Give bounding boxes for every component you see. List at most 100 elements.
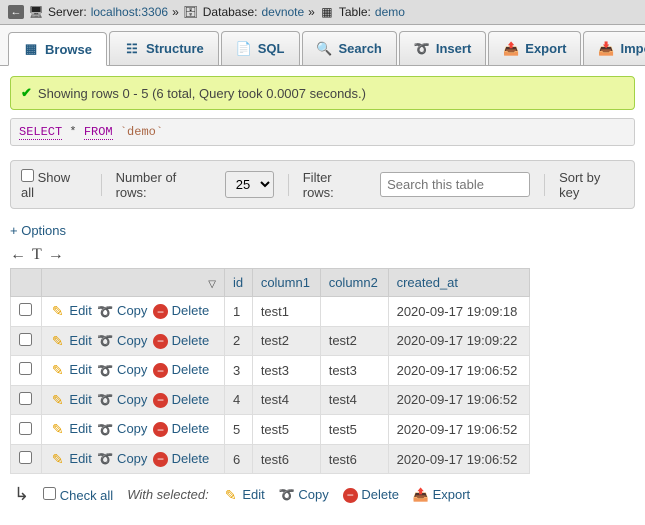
check-all-checkbox[interactable] — [43, 487, 56, 500]
row-delete-button[interactable]: − Delete — [153, 362, 209, 377]
with-selected-label: With selected: — [127, 487, 209, 502]
row-copy-button[interactable]: ➰ Copy — [97, 421, 147, 436]
table-link[interactable]: demo — [375, 5, 405, 19]
table-row: ✎ Edit ➰ Copy − Delete4test4test42020-09… — [11, 385, 530, 415]
pencil-icon: ✎ — [50, 363, 66, 379]
row-checkbox[interactable] — [19, 362, 32, 375]
column-header-created-at[interactable]: created_at — [388, 269, 529, 297]
cell-created-at: 2020-09-17 19:06:52 — [388, 356, 529, 386]
back-arrow-icon[interactable]: ← — [8, 5, 24, 19]
tab-import[interactable]: 📥Import — [583, 31, 645, 65]
row-checkbox[interactable] — [19, 451, 32, 464]
check-all-option[interactable]: Check all — [43, 487, 113, 503]
arrow-right-icon[interactable]: → — [48, 246, 64, 264]
row-edit-button[interactable]: ✎ Edit — [50, 451, 92, 466]
num-rows-label: Number of rows: — [116, 170, 211, 200]
delete-icon: − — [153, 393, 168, 408]
tab-insert-label: Insert — [436, 41, 471, 56]
row-checkbox[interactable] — [19, 392, 32, 405]
column-header-column2[interactable]: column2 — [320, 269, 388, 297]
tab-insert[interactable]: ➰Insert — [399, 31, 486, 65]
cell-column1: test4 — [252, 385, 320, 415]
row-copy-button[interactable]: ➰ Copy — [97, 451, 147, 466]
separator — [288, 174, 289, 196]
success-text: Showing rows 0 - 5 (6 total, Query took … — [38, 86, 366, 101]
pencil-icon: ✎ — [50, 304, 66, 320]
row-copy-button[interactable]: ➰ Copy — [97, 303, 147, 318]
table-icon: ▦ — [319, 4, 335, 20]
bulk-delete-button[interactable]: − Delete — [343, 487, 399, 503]
t-icon[interactable]: T — [32, 246, 42, 264]
check-icon: ✔ — [21, 85, 32, 101]
row-copy-button[interactable]: ➰ Copy — [97, 333, 147, 348]
copy-icon: ➰ — [97, 304, 113, 320]
cell-created-at: 2020-09-17 19:06:52 — [388, 415, 529, 445]
tab-structure[interactable]: ☷ Structure — [109, 31, 219, 65]
sql-icon: 📄 — [236, 41, 252, 57]
bulk-export-button[interactable]: 📤 Export — [413, 487, 470, 504]
row-checkbox[interactable] — [19, 303, 32, 316]
row-delete-button[interactable]: − Delete — [153, 303, 209, 318]
sort-caret-icon[interactable]: ▽ — [208, 279, 216, 290]
show-all-checkbox[interactable] — [21, 169, 34, 182]
tab-browse[interactable]: ▦Browse — [8, 32, 107, 66]
row-checkbox[interactable] — [19, 333, 32, 346]
row-edit-button[interactable]: ✎ Edit — [50, 392, 92, 407]
row-copy-button[interactable]: ➰ Copy — [97, 392, 147, 407]
pencil-icon: ✎ — [50, 333, 66, 349]
show-all-option[interactable]: Show all — [21, 169, 87, 200]
tab-export[interactable]: 📤Export — [488, 31, 581, 65]
cell-column1: test3 — [252, 356, 320, 386]
pencil-icon: ✎ — [223, 487, 239, 503]
tab-search-label: Search — [339, 41, 382, 56]
breadcrumb-sep: » — [308, 5, 315, 19]
arrow-left-icon[interactable]: ← — [10, 246, 26, 264]
row-delete-button[interactable]: − Delete — [153, 392, 209, 407]
sql-query-box: SELECT * FROM `demo` — [10, 118, 635, 146]
tab-sql[interactable]: 📄 SQL — [221, 31, 300, 65]
row-edit-button[interactable]: ✎ Edit — [50, 303, 92, 318]
row-delete-button[interactable]: − Delete — [153, 451, 209, 466]
column-header-column1[interactable]: column1 — [252, 269, 320, 297]
row-delete-button[interactable]: − Delete — [153, 421, 209, 436]
delete-icon: − — [343, 488, 358, 503]
server-link[interactable]: localhost:3306 — [91, 5, 168, 19]
filter-input[interactable] — [380, 172, 530, 197]
tab-structure-label: Structure — [146, 41, 204, 56]
sql-star: * — [69, 125, 76, 139]
pencil-icon: ✎ — [50, 392, 66, 408]
sql-table: `demo` — [120, 125, 163, 139]
tab-export-label: Export — [525, 41, 566, 56]
results-table: ▽ id column1 column2 created_at ✎ Edit ➰… — [10, 268, 530, 474]
tab-search[interactable]: 🔍 Search — [302, 31, 397, 65]
bulk-edit-button[interactable]: ✎ Edit — [223, 487, 265, 504]
results-toolbar: Show all Number of rows: 25 Filter rows:… — [10, 160, 635, 209]
delete-icon: − — [153, 334, 168, 349]
cell-column2: test2 — [320, 326, 388, 356]
num-rows-select[interactable]: 25 — [225, 171, 274, 198]
up-arrow-icon: ↳ — [14, 484, 29, 505]
row-edit-button[interactable]: ✎ Edit — [50, 421, 92, 436]
structure-icon: ☷ — [124, 41, 140, 57]
table-row: ✎ Edit ➰ Copy − Delete1test12020-09-17 1… — [11, 297, 530, 327]
table-row: ✎ Edit ➰ Copy − Delete2test2test22020-09… — [11, 326, 530, 356]
tab-sql-label: SQL — [258, 41, 285, 56]
tabs: ▦Browse ☷Structure 📄SQL 🔍Search ➰Insert … — [0, 25, 645, 66]
db-link[interactable]: devnote — [261, 5, 304, 19]
row-delete-button[interactable]: − Delete — [153, 333, 209, 348]
copy-icon: ➰ — [97, 422, 113, 438]
row-checkbox[interactable] — [19, 422, 32, 435]
table-row: ✎ Edit ➰ Copy − Delete3test3test32020-09… — [11, 356, 530, 386]
separator — [544, 174, 545, 196]
row-edit-button[interactable]: ✎ Edit — [50, 333, 92, 348]
search-icon: 🔍 — [317, 41, 333, 57]
bulk-copy-button[interactable]: ➰ Copy — [279, 487, 329, 504]
options-toggle[interactable]: + Options — [10, 223, 66, 238]
pencil-icon: ✎ — [50, 451, 66, 467]
column-header-id[interactable]: id — [224, 269, 252, 297]
check-all-label[interactable]: Check all — [60, 488, 113, 503]
row-copy-button[interactable]: ➰ Copy — [97, 362, 147, 377]
row-edit-button[interactable]: ✎ Edit — [50, 362, 92, 377]
delete-icon: − — [153, 363, 168, 378]
separator — [101, 174, 102, 196]
